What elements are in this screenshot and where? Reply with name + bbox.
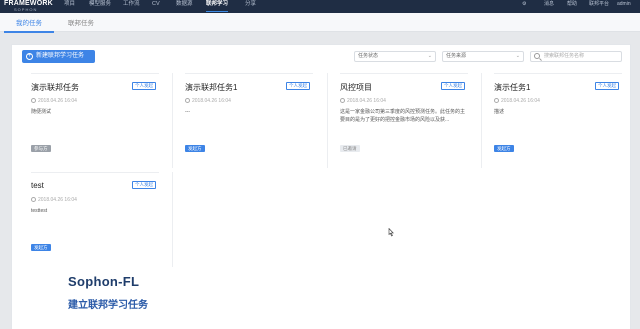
mouse-cursor-icon [388,228,394,237]
clock-icon [31,197,36,202]
card-divider [172,73,173,168]
task-card[interactable]: 演示联邦任务1 个人发起 2018.04.26 16:04 --- 发起方 [185,73,313,163]
watermark-title: Sophon-FL [68,274,140,289]
task-type-tag: 个人发起 [132,82,156,90]
search-icon [534,53,540,59]
status-select-value: 任务状态 [358,53,379,59]
nav-item-share[interactable]: 分享 [245,0,256,13]
task-role-badge: 发起方 [31,244,51,251]
task-description: 随便测试 [31,109,52,115]
task-description: --- [185,109,190,115]
task-type-tag: 个人发起 [595,82,619,90]
task-role-badge: 发起方 [494,145,514,152]
task-card[interactable]: 演示任务1 个人发起 2018.04.26 16:04 描述 发起方 [494,73,622,163]
task-date-text: 2018.04.26 16:04 [38,197,77,203]
card-divider [327,73,328,168]
task-role-badge: 已邀请 [340,145,360,152]
task-date-text: 2018.04.26 16:04 [192,98,231,104]
watermark-subtitle: 建立联邦学习任务 [68,300,148,311]
clock-icon [494,98,499,103]
task-date-text: 2018.04.26 16:04 [501,98,540,104]
task-type-tag: 个人发起 [441,82,465,90]
task-title: test [31,181,44,190]
sub-tabs: 我的任务 联邦任务 [0,13,640,32]
task-type-tag: 个人发起 [132,181,156,189]
nav-item-cv[interactable]: CV [152,0,160,13]
clock-icon [340,98,345,103]
task-role-badge: 发起方 [185,145,205,152]
source-select[interactable]: 任务来源 ⌄ [442,51,524,62]
task-description: testtest [31,208,48,214]
nav-item-federated-learning[interactable]: 联邦学习 [206,0,229,13]
top-nav: FRAMEWORK SOPHON 项目 模型服务 工作流 CV 数据源 联邦学习… [0,0,640,13]
task-role-badge: 参与方 [31,145,51,152]
search-placeholder: 搜索联邦任务名称 [544,53,585,59]
plus-icon: + [26,53,33,60]
source-select-value: 任务来源 [446,53,467,59]
task-card[interactable]: test 个人发起 2018.04.26 16:04 testtest 发起方 [31,172,159,262]
task-description: 这是一家金融公司第三季度的风控预测任务。此任务的主要目的是为了更好的把控金融市场… [340,109,466,123]
tab-federated-tasks[interactable]: 联邦任务 [68,17,94,27]
clock-icon [185,98,190,103]
status-select[interactable]: 任务状态 ⌄ [354,51,436,62]
task-date-text: 2018.04.26 16:04 [38,98,77,104]
nav-federated-platform[interactable]: 联邦平台 [589,0,609,13]
task-title: 演示联邦任务1 [185,83,238,92]
task-description: 描述 [494,109,505,115]
task-date: 2018.04.26 16:04 [494,98,540,104]
card-divider [481,73,482,168]
nav-help[interactable]: 帮助 [567,0,577,13]
nav-item-datasource[interactable]: 数据源 [176,0,193,13]
task-date: 2018.04.26 16:04 [31,98,77,104]
nav-item-projects[interactable]: 项目 [64,0,75,13]
task-card[interactable]: 演示联邦任务 个人发起 2018.04.26 16:04 随便测试 参与方 [31,73,159,163]
nav-item-workflow[interactable]: 工作流 [123,0,140,13]
settings-icon[interactable]: ⚙ [522,0,526,13]
task-type-tag: 个人发起 [286,82,310,90]
logo-sub: SOPHON [14,7,38,12]
logo-main: FRAMEWORK [4,0,53,7]
task-date: 2018.04.26 16:04 [340,98,386,104]
new-task-button[interactable]: + 新建联邦学习任务 [22,50,95,63]
task-date: 2018.04.26 16:04 [31,197,77,203]
nav-user[interactable]: admin [617,0,631,13]
task-date: 2018.04.26 16:04 [185,98,231,104]
nav-item-model-service[interactable]: 模型服务 [89,0,111,13]
task-date-text: 2018.04.26 16:04 [347,98,386,104]
card-divider [172,172,173,267]
clock-icon [31,98,36,103]
task-card[interactable]: 风控项目 个人发起 2018.04.26 16:04 这是一家金融公司第三季度的… [340,73,468,163]
task-title: 演示联邦任务 [31,83,79,92]
new-task-label: 新建联邦学习任务 [36,53,85,59]
tab-my-tasks[interactable]: 我的任务 [16,17,42,27]
chevron-down-icon: ⌄ [427,53,432,59]
search-input[interactable]: 搜索联邦任务名称 [530,51,622,62]
active-tab-indicator [4,31,54,33]
chevron-down-icon: ⌄ [515,53,520,59]
task-title: 演示任务1 [494,83,531,92]
nav-messages[interactable]: 消息 [544,0,554,13]
logo[interactable]: FRAMEWORK SOPHON [4,0,54,13]
task-title: 风控项目 [340,83,372,92]
